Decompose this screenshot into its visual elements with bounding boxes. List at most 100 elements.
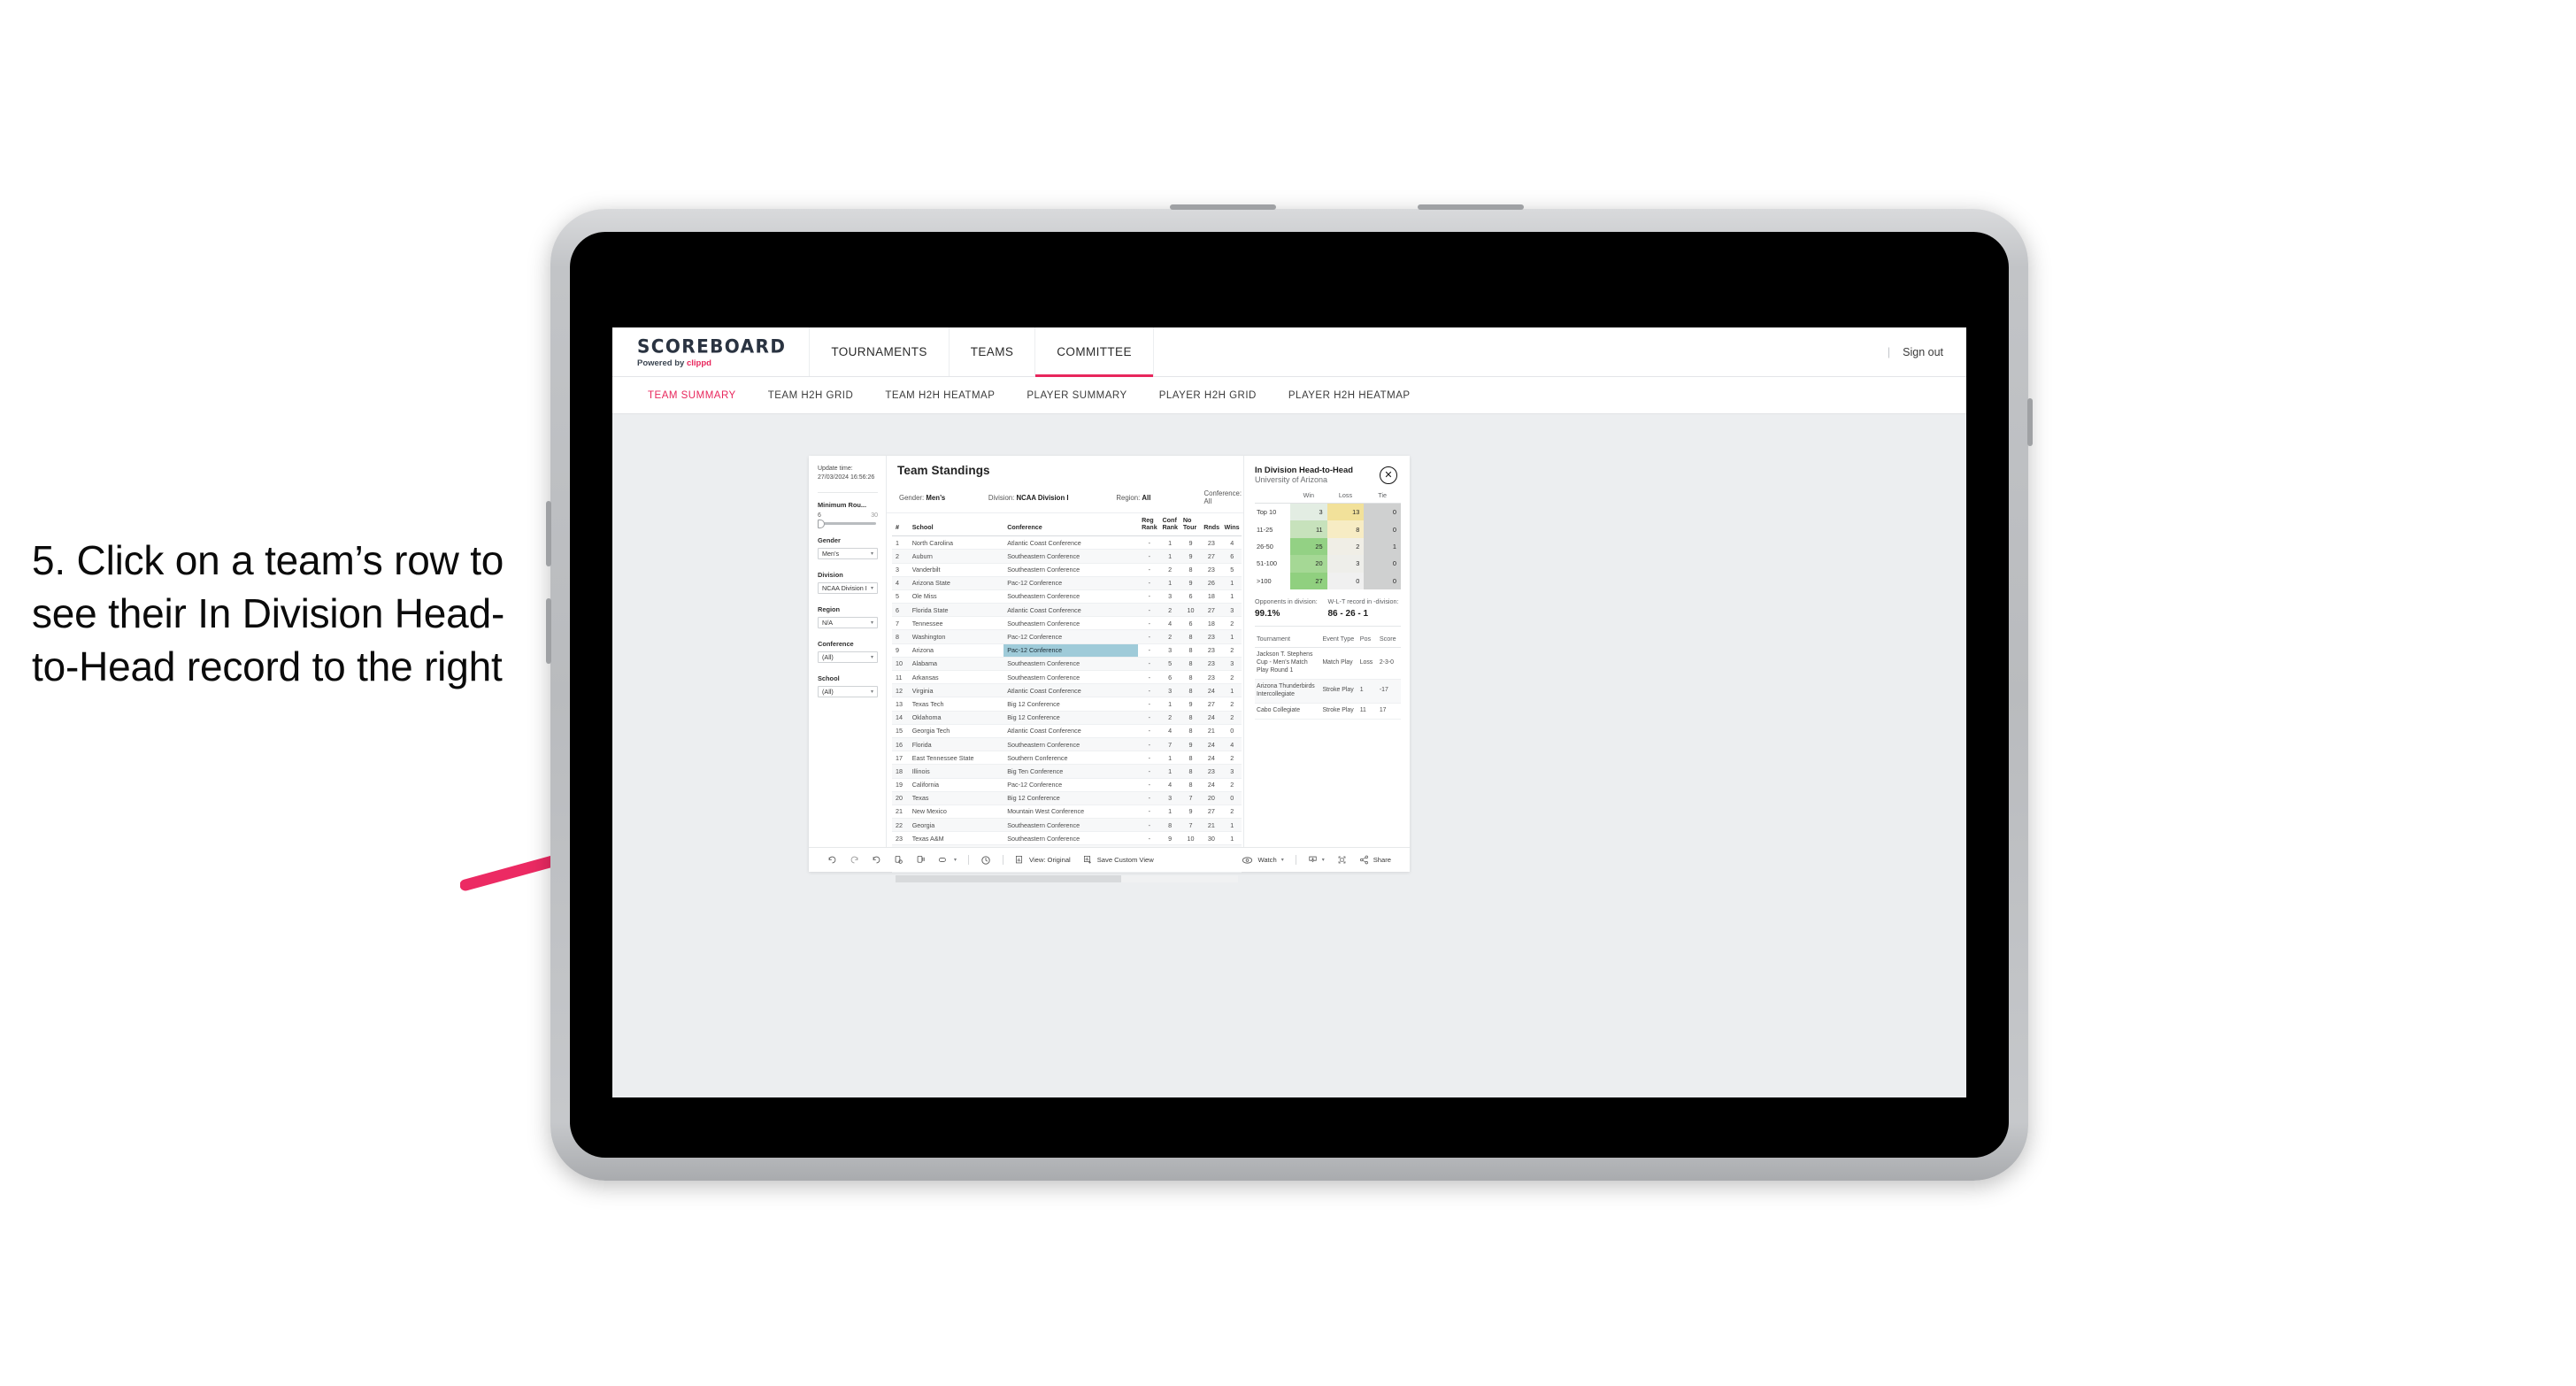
table-row[interactable]: 14 Oklahoma Big 12 Conference -2 8 24 2 bbox=[892, 711, 1242, 725]
conf-rank-cell[interactable]: 3 bbox=[1158, 589, 1180, 604]
table-row[interactable]: 15 Georgia Tech Atlantic Coast Conference -… bbox=[892, 724, 1242, 738]
school-cell[interactable]: Arizona bbox=[908, 643, 1004, 658]
conference-cell[interactable]: Southeastern Conference bbox=[1003, 657, 1139, 672]
wins-cell[interactable]: 5 bbox=[1220, 563, 1242, 577]
filter-conference-select[interactable]: (All) ▾ bbox=[818, 651, 878, 664]
conference-cell[interactable]: Pac-12 Conference bbox=[1003, 643, 1139, 658]
no-tour-cell[interactable]: 9 bbox=[1179, 549, 1201, 564]
pause-auto-update-icon[interactable] bbox=[974, 855, 997, 866]
rnds-cell[interactable]: 23 bbox=[1200, 629, 1221, 644]
rnds-cell[interactable]: 23 bbox=[1200, 657, 1221, 672]
reg-rank-cell[interactable]: - bbox=[1138, 535, 1159, 551]
filter-gender-select[interactable]: Men’s ▾ bbox=[818, 548, 878, 560]
no-tour-cell[interactable]: 8 bbox=[1179, 629, 1201, 644]
rnds-cell[interactable]: 27 bbox=[1200, 697, 1221, 712]
reg-rank-cell[interactable]: - bbox=[1138, 549, 1159, 564]
reg-rank-cell[interactable]: - bbox=[1138, 603, 1159, 618]
school-cell[interactable]: Washington bbox=[908, 629, 1004, 644]
rank-cell[interactable]: 22 bbox=[892, 818, 909, 833]
close-icon[interactable]: ✕ bbox=[1380, 466, 1397, 484]
school-cell[interactable]: Tennessee bbox=[908, 616, 1004, 631]
reg-rank-cell[interactable]: - bbox=[1138, 563, 1159, 577]
volume-down-button[interactable] bbox=[1418, 204, 1524, 210]
reg-rank-cell[interactable]: - bbox=[1138, 791, 1159, 805]
rnds-cell[interactable]: 24 bbox=[1200, 683, 1221, 698]
wins-cell[interactable]: 2 bbox=[1220, 643, 1242, 658]
reg-rank-cell[interactable]: - bbox=[1138, 643, 1159, 658]
conf-rank-cell[interactable]: 1 bbox=[1158, 805, 1180, 820]
rank-cell[interactable]: 4 bbox=[892, 576, 909, 590]
conference-cell[interactable]: Southeastern Conference bbox=[1003, 589, 1139, 604]
wins-cell[interactable]: 0 bbox=[1220, 791, 1242, 805]
tab-team-summary[interactable]: TEAM SUMMARY bbox=[632, 390, 752, 401]
school-cell[interactable]: Oklahoma bbox=[908, 711, 1004, 725]
refresh-data-button[interactable] bbox=[888, 855, 910, 865]
rnds-cell[interactable]: 24 bbox=[1200, 751, 1221, 766]
conference-cell[interactable]: Southeastern Conference bbox=[1003, 549, 1139, 564]
conf-rank-cell[interactable]: 4 bbox=[1158, 724, 1180, 738]
wins-cell[interactable]: 3 bbox=[1220, 603, 1242, 618]
filter-school-select[interactable]: (All) ▾ bbox=[818, 686, 878, 698]
conference-cell[interactable]: Atlantic Coast Conference bbox=[1003, 724, 1139, 738]
conf-rank-cell[interactable]: 1 bbox=[1158, 764, 1180, 779]
reg-rank-cell[interactable]: - bbox=[1138, 751, 1159, 766]
conference-cell[interactable]: Mountain West Conference bbox=[1003, 805, 1139, 820]
conf-rank-cell[interactable]: 7 bbox=[1158, 737, 1180, 752]
rnds-cell[interactable]: 23 bbox=[1200, 764, 1221, 779]
rnds-cell[interactable]: 27 bbox=[1200, 805, 1221, 820]
min-rounds-slider[interactable] bbox=[818, 519, 876, 528]
signout-link[interactable]: Sign out bbox=[1903, 346, 1943, 358]
table-row[interactable]: 18 Illinois Big Ten Conference -1 8 23 3 bbox=[892, 764, 1242, 779]
no-tour-cell[interactable]: 8 bbox=[1179, 778, 1201, 792]
wins-cell[interactable]: 1 bbox=[1220, 683, 1242, 698]
no-tour-cell[interactable]: 8 bbox=[1179, 751, 1201, 766]
table-row[interactable]: 10 Alabama Southeastern Conference -5 8 23 3 bbox=[892, 657, 1242, 672]
conference-cell[interactable]: Atlantic Coast Conference bbox=[1003, 535, 1139, 551]
rank-cell[interactable]: 20 bbox=[892, 791, 909, 805]
table-row[interactable]: 13 Texas Tech Big 12 Conference -1 9 27 2 bbox=[892, 697, 1242, 712]
table-row[interactable]: 4 Arizona State Pac-12 Conference -1 9 26 1 bbox=[892, 576, 1242, 590]
school-cell[interactable]: New Mexico bbox=[908, 805, 1004, 820]
table-row[interactable]: 19 California Pac-12 Conference -4 8 24 2 bbox=[892, 778, 1242, 792]
conference-cell[interactable]: Southeastern Conference bbox=[1003, 670, 1139, 685]
no-tour-cell[interactable]: 8 bbox=[1179, 764, 1201, 779]
table-row[interactable]: 6 Florida State Atlantic Coast Conference -… bbox=[892, 603, 1242, 618]
conference-cell[interactable]: Big 12 Conference bbox=[1003, 791, 1139, 805]
col-rank[interactable]: # bbox=[892, 513, 909, 537]
filter-division-select[interactable]: NCAA Division I ▾ bbox=[818, 582, 878, 595]
no-tour-cell[interactable]: 9 bbox=[1179, 737, 1201, 752]
conf-rank-cell[interactable]: 5 bbox=[1158, 657, 1180, 672]
conf-rank-cell[interactable]: 1 bbox=[1158, 576, 1180, 590]
wins-cell[interactable]: 2 bbox=[1220, 670, 1242, 685]
rank-cell[interactable]: 14 bbox=[892, 711, 909, 725]
table-row[interactable]: 7 Tennessee Southeastern Conference -4 6 18 2 bbox=[892, 616, 1242, 631]
no-tour-cell[interactable]: 8 bbox=[1179, 563, 1201, 577]
rank-cell[interactable]: 21 bbox=[892, 805, 909, 820]
school-cell[interactable]: Alabama bbox=[908, 657, 1004, 672]
tab-team-h2h-heatmap[interactable]: TEAM H2H HEATMAP bbox=[869, 390, 1011, 401]
table-row[interactable]: 23 Texas A&M Southeastern Conference -9 10 30… bbox=[892, 831, 1242, 846]
school-cell[interactable]: North Carolina bbox=[908, 535, 1004, 551]
school-cell[interactable]: Florida bbox=[908, 737, 1004, 752]
conf-rank-cell[interactable]: 1 bbox=[1158, 697, 1180, 712]
reg-rank-cell[interactable]: - bbox=[1138, 616, 1159, 631]
tab-team-h2h-grid[interactable]: TEAM H2H GRID bbox=[752, 390, 870, 401]
col-no-tour[interactable]: No Tour bbox=[1179, 513, 1201, 537]
reg-rank-cell[interactable]: - bbox=[1138, 711, 1159, 725]
conference-cell[interactable]: Big 12 Conference bbox=[1003, 697, 1139, 712]
conference-cell[interactable]: Pac-12 Conference bbox=[1003, 576, 1139, 590]
horizontal-scrollbar[interactable] bbox=[896, 874, 1238, 882]
rank-cell[interactable]: 6 bbox=[892, 603, 909, 618]
no-tour-cell[interactable]: 8 bbox=[1179, 657, 1201, 672]
rank-cell[interactable]: 17 bbox=[892, 751, 909, 766]
rank-cell[interactable]: 3 bbox=[892, 563, 909, 577]
conf-rank-cell[interactable]: 2 bbox=[1158, 563, 1180, 577]
nav-item-teams[interactable]: TEAMS bbox=[950, 327, 1036, 376]
tcol-pos[interactable]: Pos bbox=[1357, 630, 1378, 648]
nav-item-committee[interactable]: COMMITTEE bbox=[1035, 327, 1154, 377]
table-row[interactable]: 3 Vanderbilt Southeastern Conference -2 8 23 5 bbox=[892, 563, 1242, 577]
rnds-cell[interactable]: 20 bbox=[1200, 791, 1221, 805]
conf-rank-cell[interactable]: 1 bbox=[1158, 535, 1180, 551]
school-cell[interactable]: Ole Miss bbox=[908, 589, 1004, 604]
school-cell[interactable]: Florida State bbox=[908, 603, 1004, 618]
